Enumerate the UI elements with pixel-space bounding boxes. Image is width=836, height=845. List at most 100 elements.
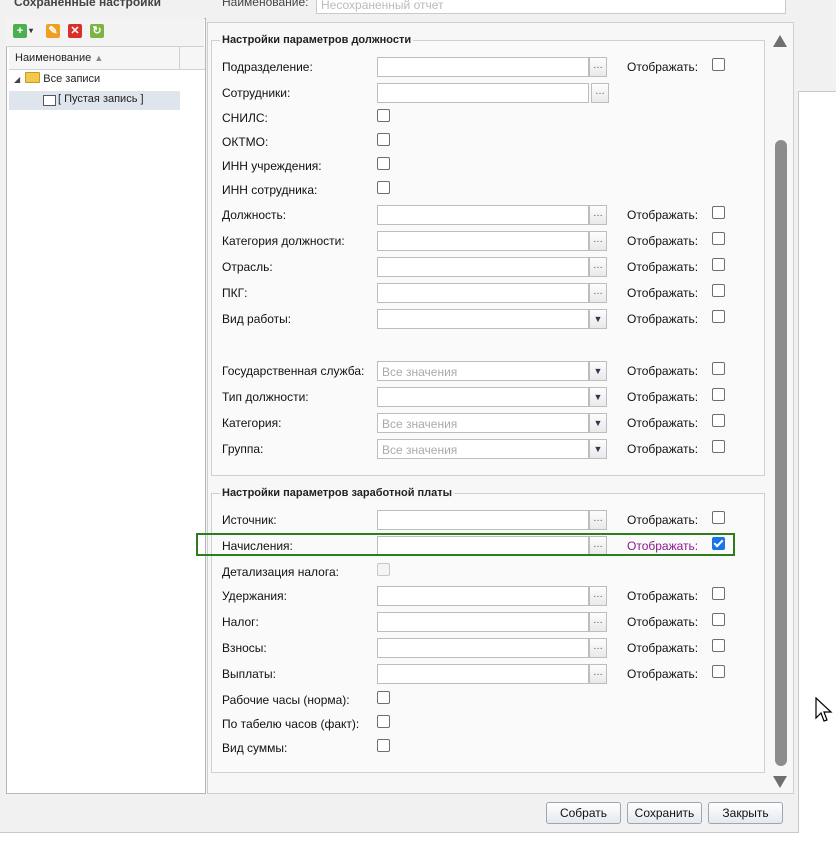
ellipsis-button-icon[interactable]: … [589,205,607,225]
combo-input[interactable]: Все значения [377,361,589,381]
lookup-input[interactable] [377,612,589,632]
field-checkbox[interactable] [377,133,390,146]
refresh-icon[interactable]: ↻ [90,24,104,38]
show-label: Отображать: [627,513,699,527]
dropdown-arrow-icon[interactable]: ▼ [589,309,607,329]
edit-icon[interactable]: ✎ [46,24,60,38]
show-label: Отображать: [627,589,699,603]
field-checkbox[interactable] [377,109,390,122]
combo-input[interactable] [377,387,589,407]
window-edge [798,0,836,92]
show-checkbox[interactable] [712,206,725,219]
collect-button[interactable]: Собрать [546,802,621,824]
ellipsis-button-icon[interactable]: … [589,283,607,303]
ellipsis-button-icon[interactable]: … [589,664,607,684]
field-label: ОКТМО: [222,135,269,149]
lookup-input[interactable] [377,57,589,77]
lookup-input[interactable] [377,586,589,606]
show-checkbox[interactable] [712,511,725,524]
show-checkbox[interactable] [712,284,725,297]
combo-input[interactable] [377,309,589,329]
add-dropdown-icon[interactable]: ▾ [27,24,35,38]
show-checkbox[interactable] [712,388,725,401]
scroll-down-icon[interactable] [773,776,787,788]
dropdown-arrow-icon[interactable]: ▼ [589,439,607,459]
scroll-up-icon[interactable] [773,35,787,47]
dropdown-arrow-icon[interactable]: ▼ [589,413,607,433]
field-label: Детализация налога: [222,565,339,579]
show-checkbox[interactable] [712,258,725,271]
show-checkbox[interactable] [712,58,725,71]
mouse-cursor-icon [815,697,833,722]
field-label: Категория должности: [222,234,345,248]
show-checkbox[interactable] [712,665,725,678]
show-label: Отображать: [627,60,699,74]
lookup-input[interactable] [377,283,589,303]
field-label: Тип должности: [222,390,309,404]
field-checkbox[interactable] [377,715,390,728]
field-label: Вид суммы: [222,741,288,755]
show-checkbox[interactable] [712,587,725,600]
record-icon [43,95,56,106]
field-checkbox[interactable] [377,739,390,752]
combo-input[interactable]: Все значения [377,439,589,459]
field-checkbox[interactable] [377,157,390,170]
show-checkbox[interactable] [712,613,725,626]
tree-node-empty-record[interactable]: [ Пустая запись ] [9,91,180,110]
delete-icon[interactable]: ✕ [68,24,82,38]
folder-icon [25,72,41,83]
ellipsis-button-icon[interactable]: … [589,638,607,658]
lookup-input[interactable] [377,638,589,658]
show-checkbox[interactable] [712,310,725,323]
field-label: Категория: [222,416,282,430]
show-label: Отображать: [627,364,699,378]
field-label: Государственная служба: [222,364,365,378]
ellipsis-button-icon[interactable]: … [589,510,607,530]
combo-input[interactable]: Все значения [377,413,589,433]
field-label: По табелю часов (факт): [222,717,360,731]
show-checkbox[interactable] [712,440,725,453]
field-checkbox[interactable] [377,691,390,704]
lookup-input[interactable] [377,83,589,103]
dropdown-arrow-icon[interactable]: ▼ [589,387,607,407]
show-label: Отображать: [627,260,699,274]
combo-placeholder: Все значения [382,417,458,431]
field-checkbox[interactable] [377,181,390,194]
lookup-input[interactable] [377,257,589,277]
field-label: Должность: [222,208,287,222]
scrollbar-thumb[interactable] [775,140,787,766]
ellipsis-button-icon[interactable]: … [589,257,607,277]
lookup-input[interactable] [377,664,589,684]
show-checkbox[interactable] [712,232,725,245]
field-label: Источник: [222,513,277,527]
field-label: Подразделение: [222,60,313,74]
show-label: Отображать: [627,390,699,404]
grid-header[interactable]: Наименование ▲ [9,47,205,70]
column-header-name[interactable]: Наименование [15,52,91,64]
show-checkbox[interactable] [712,414,725,427]
salary-section-title: Настройки параметров заработной платы [220,487,455,499]
show-checkbox[interactable] [712,639,725,652]
field-label: ПКГ: [222,286,248,300]
dropdown-arrow-icon[interactable]: ▼ [589,361,607,381]
save-button[interactable]: Сохранить [627,802,702,824]
close-button[interactable]: Закрыть [708,802,783,824]
lookup-input[interactable] [377,510,589,530]
sort-asc-icon: ▲ [94,53,104,63]
lookup-input[interactable] [377,205,589,225]
lookup-input[interactable] [377,231,589,251]
tree-expand-icon[interactable]: ◢ [14,75,20,84]
ellipsis-button-icon[interactable]: … [589,586,607,606]
add-icon[interactable]: + [13,24,27,38]
show-label: Отображать: [627,234,699,248]
show-checkbox[interactable] [712,362,725,375]
report-name-input[interactable]: Несохраненный отчет [316,0,786,14]
left-toolbar: + ▾ ✎ ✕ ↻ [6,18,204,47]
show-label: Отображать: [627,442,699,456]
ellipsis-button-icon[interactable]: … [589,612,607,632]
ellipsis-button-icon[interactable]: … [589,57,607,77]
ellipsis-button-icon[interactable]: … [589,231,607,251]
ellipsis-button-icon[interactable]: … [591,83,609,103]
field-label: Отрасль: [222,260,273,274]
tree-node-all-records[interactable]: ◢ Все записи [14,72,100,85]
